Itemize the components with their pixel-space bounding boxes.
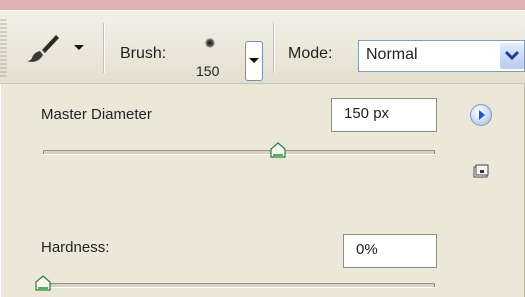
slider-tick [434,284,435,287]
right-arrow-circle-icon [479,110,485,120]
hardness-slider-thumb[interactable] [35,275,51,291]
mode-dropdown-button[interactable] [500,43,524,69]
master-diameter-input[interactable]: 150 px [331,98,437,132]
tool-preset-picker[interactable] [14,29,96,65]
mode-select[interactable]: Normal [358,40,525,72]
hardness-input[interactable]: 0% [343,234,437,268]
toolbar-separator [103,23,105,73]
slider-tick [43,151,44,154]
toolbar-separator [273,23,275,73]
brush-preview-icon [205,38,215,48]
toolbar-grip[interactable] [0,19,7,77]
brush-options-panel: Master Diameter 150 px Hardness: 0% [0,84,525,297]
options-bar: Brush: 150 Mode: Normal [0,10,525,84]
slider-tick [434,151,435,154]
chevron-down-icon [505,51,519,61]
brush-label: Brush: [120,45,167,62]
hardness-label: Hardness: [41,239,110,256]
brush-size-value: 150 [196,63,220,79]
chevron-down-icon [249,58,259,63]
master-diameter-slider-thumb[interactable] [270,142,286,158]
tool-preset-dropdown-arrow[interactable] [74,45,84,50]
brush-icon [27,35,59,62]
master-diameter-label: Master Diameter [41,106,152,123]
new-preset-icon[interactable] [473,164,489,178]
brush-picker-button[interactable] [245,41,263,81]
master-diameter-slider-track[interactable] [43,150,435,155]
mode-select-value: Normal [366,46,418,63]
hardness-slider-track[interactable] [43,283,435,288]
mode-label: Mode: [288,45,333,62]
brush-panel-flyout-button[interactable] [470,104,492,126]
